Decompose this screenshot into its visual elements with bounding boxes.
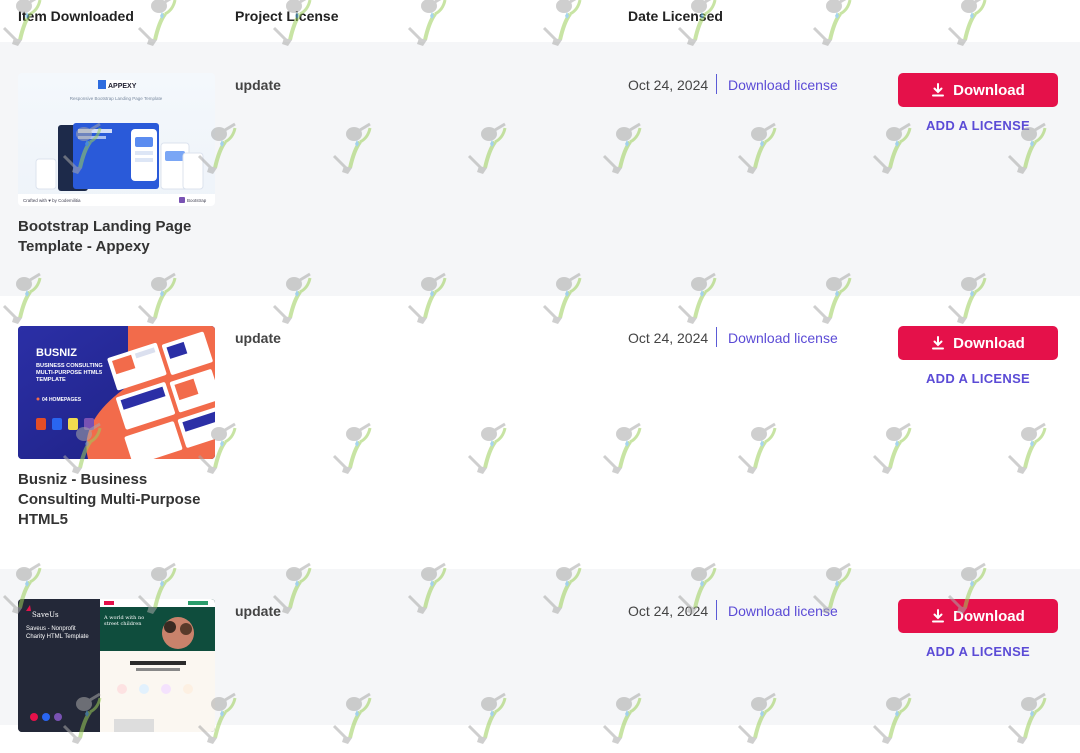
svg-text:04 HOMEPAGES: 04 HOMEPAGES	[42, 397, 82, 403]
item-title[interactable]: Bootstrap Landing Page Template - Appexy	[18, 217, 218, 257]
item-thumbnail[interactable]: SaveUs Saveus - Nonprofit Charity HTML T…	[18, 599, 215, 732]
add-license-link[interactable]: ADD A LICENSE	[898, 371, 1058, 386]
download-icon	[932, 336, 945, 350]
download-button[interactable]: Download	[898, 73, 1058, 107]
download-license-link[interactable]: Download license	[728, 330, 838, 346]
download-button-label: Download	[953, 334, 1025, 352]
license-type: update	[235, 603, 281, 619]
table-row: BUSNIZ BUSINESS CONSULTING MULTI-PURPOSE…	[0, 296, 1080, 569]
svg-text:Bootstrap: Bootstrap	[187, 198, 207, 203]
svg-text:Responsive Bootstrap Landing P: Responsive Bootstrap Landing Page Templa…	[70, 96, 163, 101]
download-license-link[interactable]: Download license	[728, 603, 838, 619]
download-icon	[932, 609, 945, 623]
header-item-downloaded: Item Downloaded	[18, 8, 134, 24]
divider	[716, 600, 717, 620]
item-thumbnail[interactable]: BUSNIZ BUSINESS CONSULTING MULTI-PURPOSE…	[18, 326, 215, 459]
license-date: Oct 24, 2024	[628, 77, 709, 93]
license-type: update	[235, 77, 281, 93]
item-title[interactable]: Busniz - Business Consulting Multi-Purpo…	[18, 470, 218, 530]
divider	[716, 74, 717, 94]
header-date-licensed: Date Licensed	[628, 8, 723, 24]
license-date: Oct 24, 2024	[628, 603, 709, 619]
download-icon	[932, 83, 945, 97]
license-date: Oct 24, 2024	[628, 330, 709, 346]
svg-text:Crafted with ♥ by Codemilitia: Crafted with ♥ by Codemilitia	[23, 198, 81, 203]
add-license-link[interactable]: ADD A LICENSE	[898, 644, 1058, 659]
thumb-brand: APPEXY	[108, 83, 137, 90]
download-button[interactable]: Download	[898, 599, 1058, 633]
download-button-label: Download	[953, 607, 1025, 625]
header-project-license: Project License	[235, 8, 339, 24]
table-row: SaveUs Saveus - Nonprofit Charity HTML T…	[0, 569, 1080, 732]
table-row: APPEXY Responsive Bootstrap Landing Page…	[0, 42, 1080, 296]
download-button-label: Download	[953, 81, 1025, 99]
add-license-link[interactable]: ADD A LICENSE	[898, 118, 1058, 133]
item-thumbnail[interactable]: APPEXY Responsive Bootstrap Landing Page…	[18, 73, 215, 206]
download-license-link[interactable]: Download license	[728, 77, 838, 93]
download-button[interactable]: Download	[898, 326, 1058, 360]
thumb-brand: SaveUs	[32, 611, 59, 619]
table-header: Item Downloaded Project License Date Lic…	[0, 0, 1080, 42]
thumb-brand: BUSNIZ	[36, 347, 77, 359]
license-type: update	[235, 330, 281, 346]
divider	[716, 327, 717, 347]
